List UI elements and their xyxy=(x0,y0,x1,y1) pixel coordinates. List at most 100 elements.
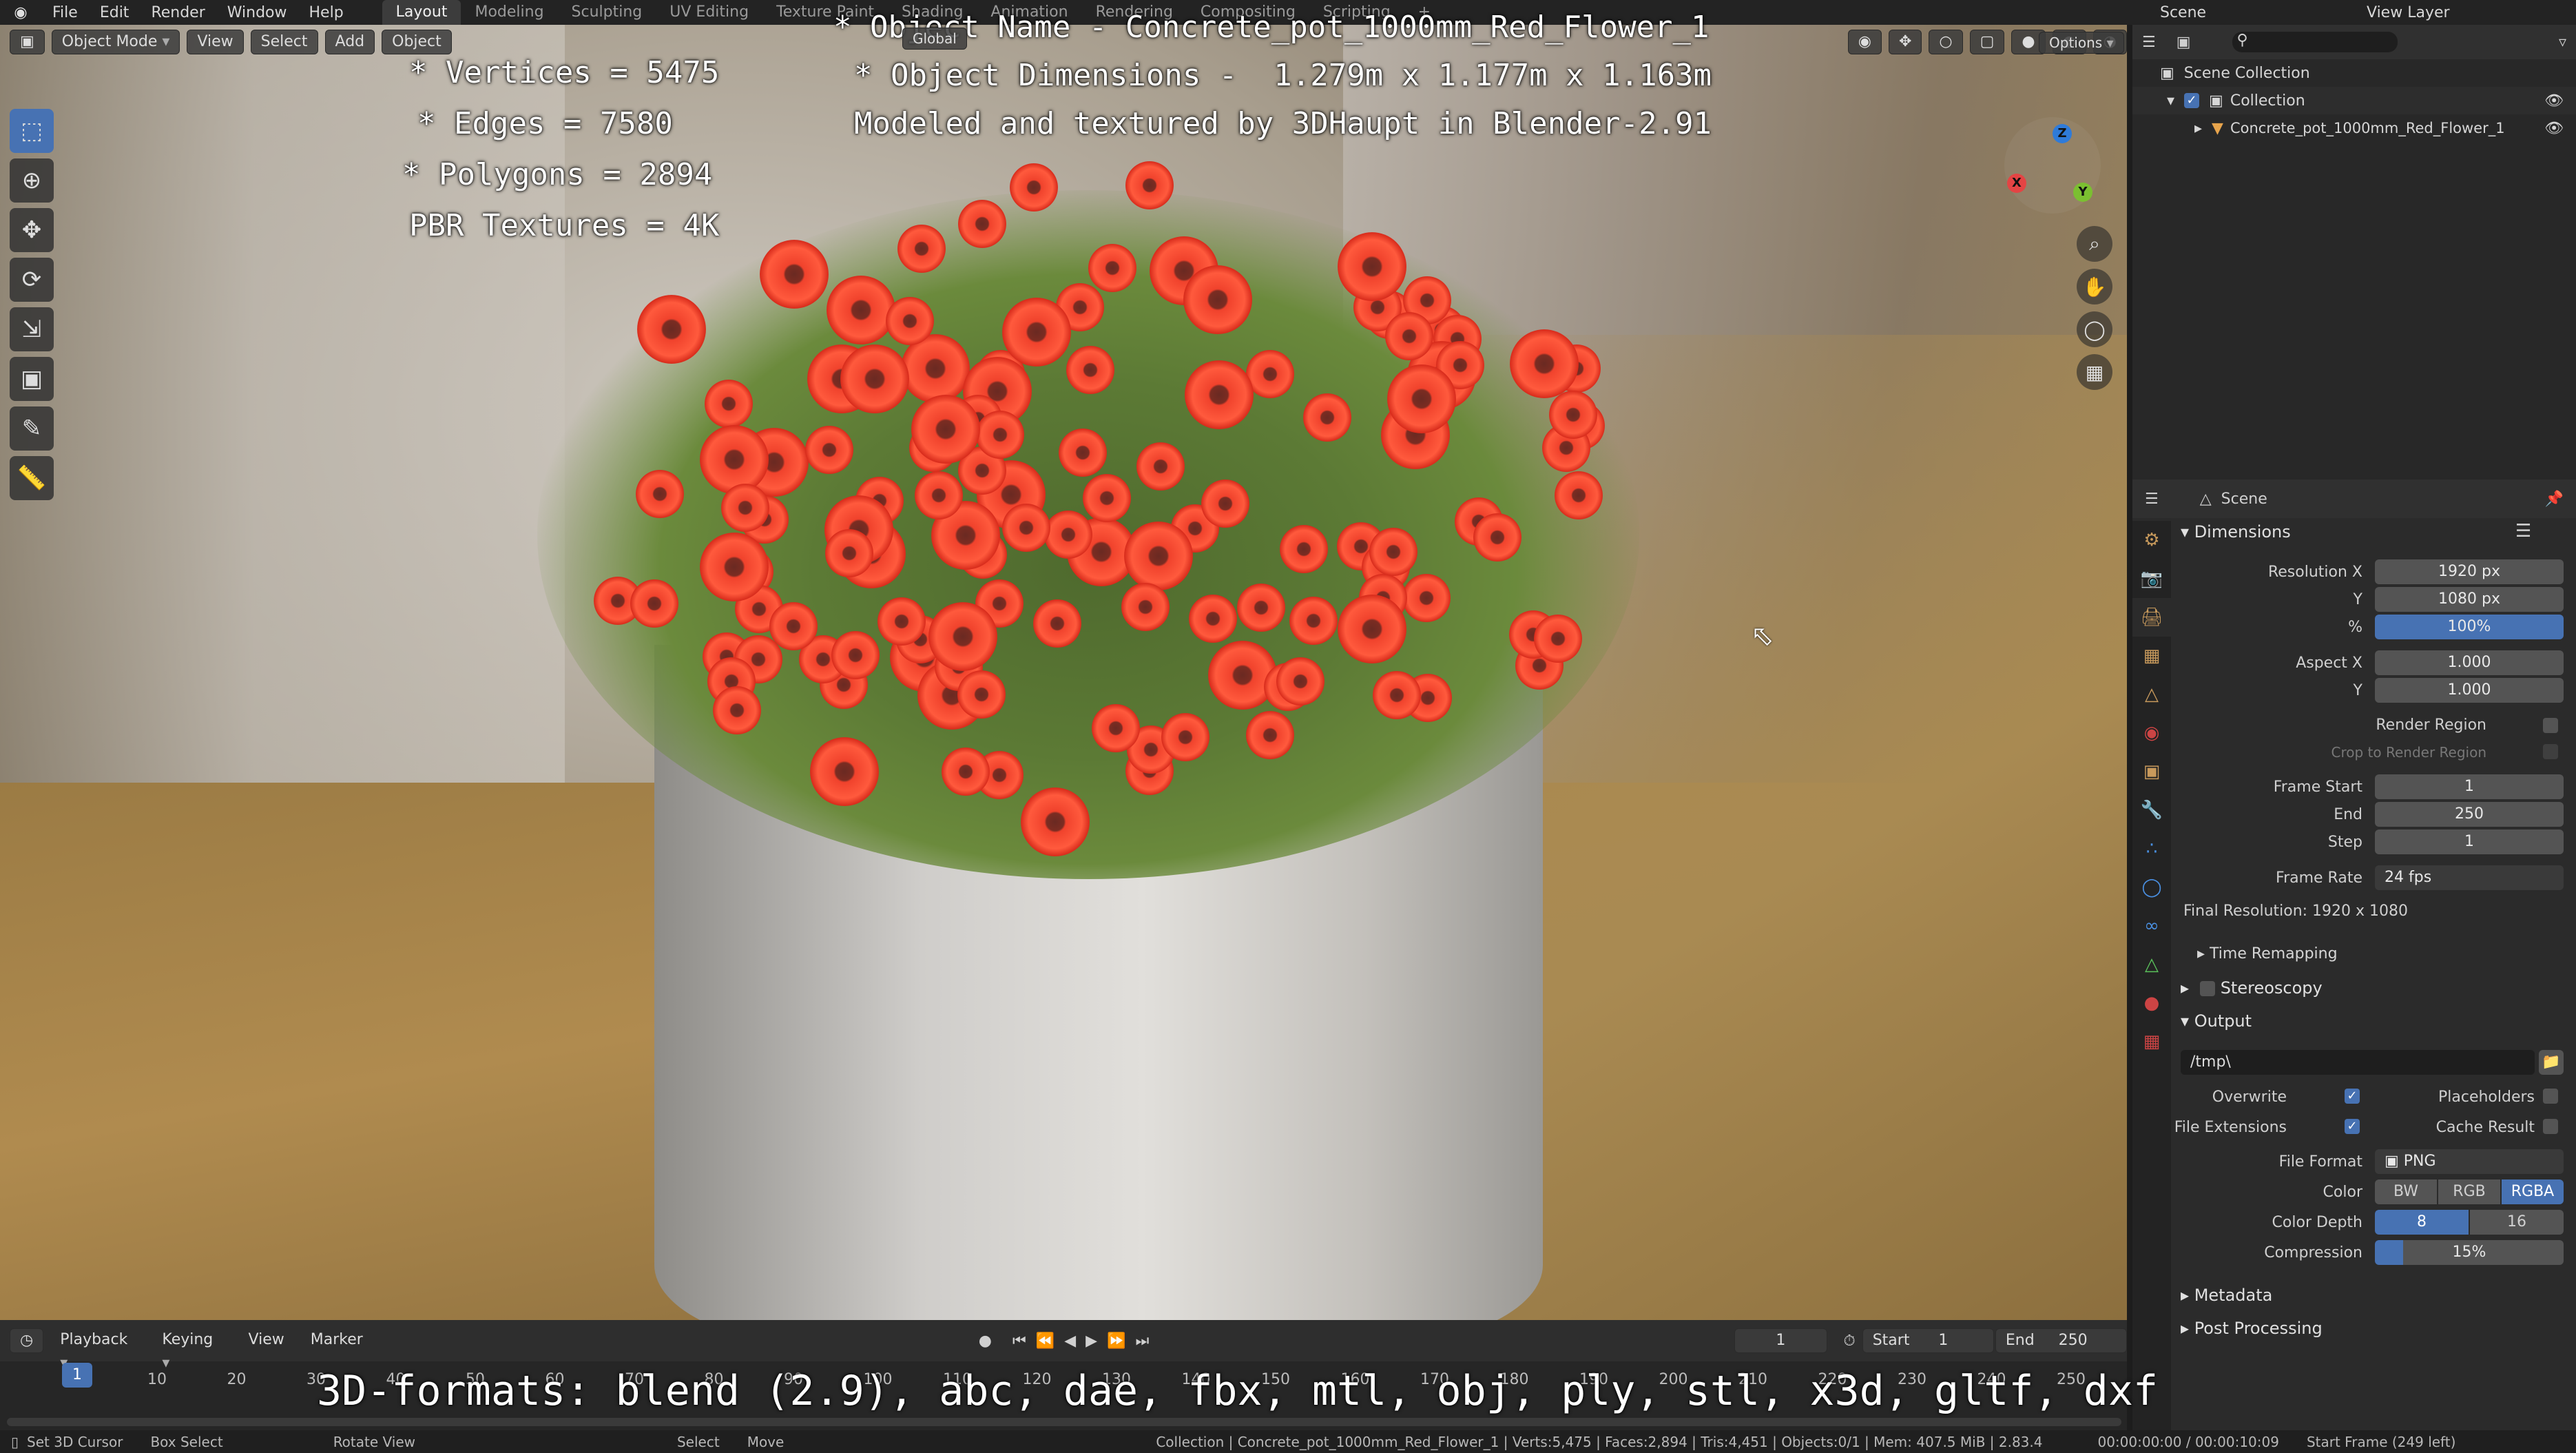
scale-icon[interactable]: ⇲ xyxy=(10,307,54,351)
menu-render[interactable]: Render xyxy=(140,4,216,21)
output-tab-icon[interactable]: 🖨 xyxy=(2132,598,2171,637)
menu-help[interactable]: Help xyxy=(298,4,355,21)
resolution-x-field[interactable]: 1920 px xyxy=(2375,559,2564,584)
next-keyframe-icon[interactable]: ⏩ xyxy=(1107,1332,1125,1350)
resolution-pct-field[interactable]: 100% xyxy=(2375,615,2564,639)
pin-icon[interactable]: 📌 xyxy=(2545,491,2564,508)
output-section-header[interactable]: ▾ Output xyxy=(2181,1011,2252,1031)
particles-tab-icon[interactable]: ∴ xyxy=(2132,829,2171,868)
tab-modeling[interactable]: Modeling xyxy=(461,0,557,25)
modifier-tab-icon[interactable]: 🔧 xyxy=(2132,791,2171,829)
outliner-editor-icon[interactable]: ☰ xyxy=(2142,34,2156,51)
depth-16-button[interactable]: 16 xyxy=(2470,1210,2564,1235)
stopwatch-icon[interactable]: ⏱ xyxy=(1844,1332,1856,1350)
editor-type-icon[interactable]: ▣ xyxy=(10,30,45,54)
measure-icon[interactable]: 📏 xyxy=(10,456,54,500)
jump-end-icon[interactable]: ⏭ xyxy=(1135,1332,1149,1350)
zoom-icon[interactable]: ⌕ xyxy=(2077,226,2112,262)
gizmo-y-axis-icon[interactable]: Y xyxy=(2073,183,2092,202)
compression-slider[interactable]: 15% xyxy=(2375,1240,2564,1265)
menu-select[interactable]: Select xyxy=(250,30,318,54)
select-box-icon[interactable]: ⬚ xyxy=(10,109,54,153)
resolution-y-field[interactable]: 1080 px xyxy=(2375,587,2564,612)
color-rgba-button[interactable]: RGBA xyxy=(2502,1179,2564,1204)
timeline-scrollbar[interactable] xyxy=(7,1418,2121,1426)
placeholders-checkbox[interactable] xyxy=(2543,1089,2558,1104)
options-dropdown[interactable]: Options xyxy=(2039,32,2124,54)
crop-region-checkbox[interactable] xyxy=(2543,744,2558,759)
outliner-search-input[interactable]: ⚲ xyxy=(2232,32,2398,52)
blender-logo-icon[interactable]: ◉ xyxy=(0,0,41,25)
filter-icon[interactable]: ▿ xyxy=(2559,34,2566,51)
physics-tab-icon[interactable]: ◯ xyxy=(2132,868,2171,907)
overlay-toggle-icon[interactable]: ○ xyxy=(1929,30,1963,54)
prev-keyframe-icon[interactable]: ⏪ xyxy=(1036,1332,1055,1350)
mode-selector[interactable]: Object Mode xyxy=(51,30,180,54)
visibility-icon[interactable]: ◉ xyxy=(1847,30,1882,54)
outliner-row-object[interactable]: ▸ ▼ Concrete_pot_1000mm_Red_Flower_1 👁 xyxy=(2132,114,2576,142)
expand-arrow-icon[interactable]: ▸ xyxy=(2194,120,2202,137)
object-tab-icon[interactable]: ▣ xyxy=(2132,752,2171,791)
menu-window[interactable]: Window xyxy=(216,4,298,21)
aspect-x-field[interactable]: 1.000 xyxy=(2375,650,2564,675)
play-reverse-icon[interactable]: ◀ xyxy=(1064,1332,1076,1350)
menu-object[interactable]: Object xyxy=(382,30,452,54)
post-processing-section-header[interactable]: ▸ Post Processing xyxy=(2181,1319,2323,1338)
annotate-icon[interactable]: ✎ xyxy=(10,406,54,451)
gizmo-z-axis-icon[interactable]: Z xyxy=(2053,124,2072,143)
tool-tab-icon[interactable]: ⚙ xyxy=(2132,521,2171,559)
expand-arrow-icon[interactable]: ▾ xyxy=(2167,92,2174,110)
menu-edit[interactable]: Edit xyxy=(89,4,141,21)
camera-view-icon[interactable]: ◯ xyxy=(2077,311,2112,347)
timeline-editor-icon[interactable]: ◷ xyxy=(10,1328,44,1353)
collection-checkbox[interactable]: ✓ xyxy=(2184,93,2200,108)
gizmo-x-axis-icon[interactable]: X xyxy=(2007,174,2026,193)
texture-tab-icon[interactable]: ▦ xyxy=(2132,1022,2171,1061)
folder-browse-icon[interactable]: 📁 xyxy=(2539,1050,2564,1075)
material-tab-icon[interactable]: ● xyxy=(2132,984,2171,1022)
play-icon[interactable]: ▶ xyxy=(1086,1332,1097,1350)
tab-layout[interactable]: Layout xyxy=(382,0,461,25)
visibility-eye-icon[interactable]: 👁 xyxy=(2544,120,2564,137)
visibility-eye-icon[interactable]: 👁 xyxy=(2544,92,2564,110)
stereoscopy-section-header[interactable]: ▸ Stereoscopy xyxy=(2181,978,2323,998)
scene-selector[interactable]: Scene xyxy=(2149,4,2356,21)
aspect-y-field[interactable]: 1.000 xyxy=(2375,678,2564,703)
outliner-row-collection[interactable]: ▾ ✓ ▣ Collection 👁 xyxy=(2132,87,2576,114)
transform-icon[interactable]: ▣ xyxy=(10,357,54,401)
perspective-grid-icon[interactable]: ▦ xyxy=(2077,354,2112,390)
menu-add[interactable]: Add xyxy=(324,30,375,54)
metadata-section-header[interactable]: ▸ Metadata xyxy=(2181,1286,2272,1305)
frame-rate-dropdown[interactable]: 24 fps xyxy=(2375,865,2564,890)
world-tab-icon[interactable]: ◉ xyxy=(2132,714,2171,752)
cursor-icon[interactable]: ⊕ xyxy=(10,158,54,203)
stereoscopy-checkbox[interactable] xyxy=(2199,981,2215,996)
record-icon[interactable]: ● xyxy=(979,1332,992,1350)
jump-start-icon[interactable]: ⏮ xyxy=(1012,1332,1026,1350)
gizmo-toggle-icon[interactable]: ✥ xyxy=(1888,30,1922,54)
pan-hand-icon[interactable]: ✋ xyxy=(2077,269,2112,305)
color-bw-button[interactable]: BW xyxy=(2375,1179,2437,1204)
xray-icon[interactable]: ▢ xyxy=(1969,30,2005,54)
file-format-dropdown[interactable]: ▣ PNG xyxy=(2375,1149,2564,1174)
frame-end-field[interactable]: 250 xyxy=(2375,802,2564,827)
frame-step-field[interactable]: 1 xyxy=(2375,829,2564,854)
current-frame-field[interactable]: 1 xyxy=(1734,1328,1827,1353)
output-path-input[interactable]: /tmp\ xyxy=(2181,1050,2535,1075)
menu-file[interactable]: File xyxy=(41,4,89,21)
rotate-icon[interactable]: ⟳ xyxy=(10,258,54,302)
constraints-tab-icon[interactable]: ∞ xyxy=(2132,907,2171,945)
view-layer-tab-icon[interactable]: ▦ xyxy=(2132,637,2171,675)
display-mode-icon[interactable]: ▣ xyxy=(2177,34,2191,51)
menu-timeline-view[interactable]: View xyxy=(239,1328,294,1353)
move-icon[interactable]: ✥ xyxy=(10,208,54,252)
scene-tab-icon[interactable]: △ xyxy=(2132,675,2171,714)
properties-editor-icon[interactable]: ☰ xyxy=(2145,491,2159,508)
transform-orientation[interactable]: Global xyxy=(902,28,967,50)
outliner-row-scene-collection[interactable]: ▣ Scene Collection xyxy=(2132,59,2576,87)
start-frame-field[interactable]: Start 1 xyxy=(1862,1328,1994,1353)
3d-viewport[interactable] xyxy=(0,25,2127,1320)
render-region-checkbox[interactable] xyxy=(2543,718,2558,733)
menu-playback[interactable]: Playback xyxy=(50,1328,145,1353)
cache-result-checkbox[interactable] xyxy=(2543,1119,2558,1134)
